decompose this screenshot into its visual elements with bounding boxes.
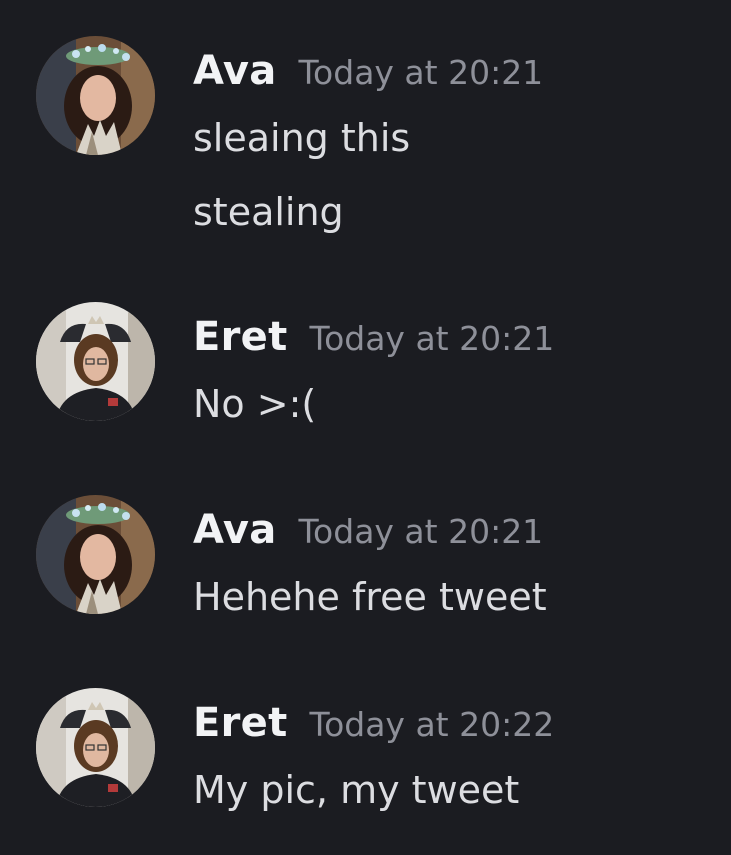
- message-text: No >:(: [193, 382, 317, 426]
- message-text: stealing: [193, 190, 344, 234]
- timestamp[interactable]: Today at 20:21: [310, 319, 555, 358]
- username[interactable]: Eret: [193, 700, 288, 746]
- username[interactable]: Eret: [193, 314, 288, 360]
- avatar-eret[interactable]: [36, 688, 155, 807]
- message-header: Ava Today at 20:21: [193, 507, 543, 553]
- timestamp[interactable]: Today at 20:21: [299, 512, 544, 551]
- message-text: Hehehe free tweet: [193, 575, 547, 619]
- message-header: Eret Today at 20:21: [193, 314, 554, 360]
- message-text: sleaing this: [193, 116, 411, 160]
- message-header: Ava Today at 20:21: [193, 48, 543, 94]
- username[interactable]: Ava: [193, 48, 277, 94]
- username[interactable]: Ava: [193, 507, 277, 553]
- message-header: Eret Today at 20:22: [193, 700, 554, 746]
- timestamp[interactable]: Today at 20:22: [310, 705, 555, 744]
- avatar-ava[interactable]: [36, 495, 155, 614]
- timestamp[interactable]: Today at 20:21: [299, 53, 544, 92]
- avatar-ava[interactable]: [36, 36, 155, 155]
- message-text: My pic, my tweet: [193, 768, 520, 812]
- avatar-eret[interactable]: [36, 302, 155, 421]
